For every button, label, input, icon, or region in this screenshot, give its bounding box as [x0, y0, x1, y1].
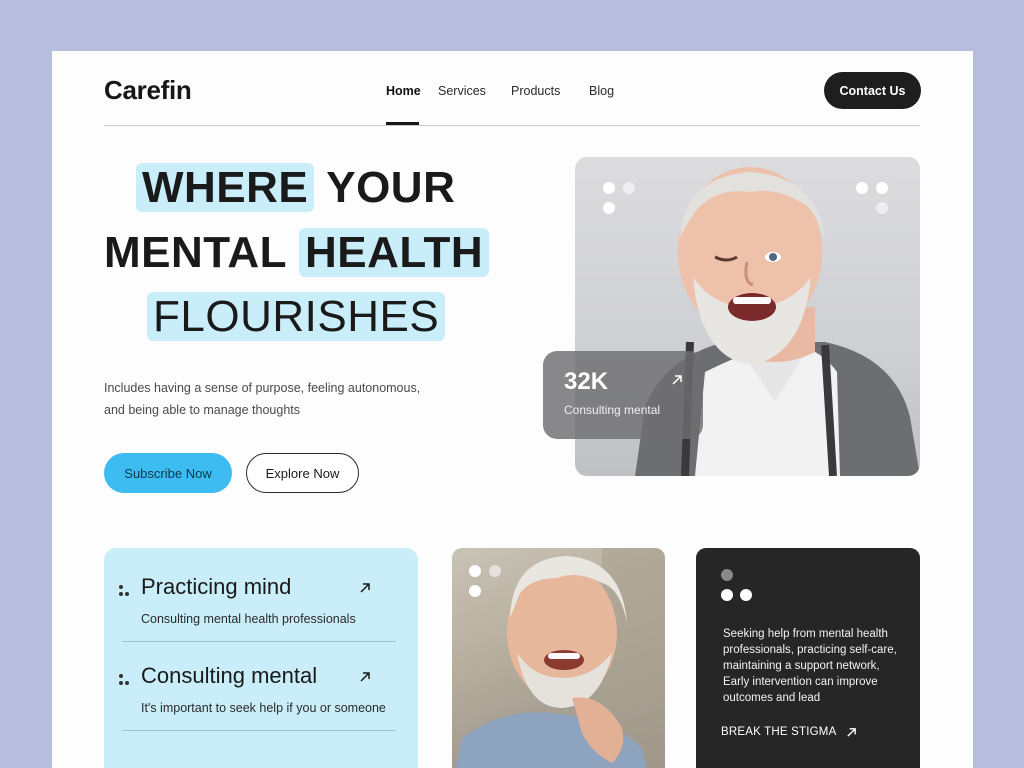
headline-highlight: FLOURISHES [147, 292, 446, 341]
nav-home[interactable]: Home [386, 84, 421, 98]
stat-label: Consulting mental [564, 403, 661, 417]
hero-headline-line-1: WHERE YOUR [136, 163, 455, 213]
hero-headline-line-3: FLOURISHES [147, 292, 446, 342]
arrow-up-right-icon [847, 727, 857, 737]
divider [122, 730, 396, 731]
practice-item-title: Practicing mind [141, 574, 292, 599]
practice-card: Practicing mind Consulting mental health… [104, 548, 418, 768]
hero-description-line: Includes having a sense of purpose, feel… [104, 381, 421, 395]
nav-products[interactable]: Products [511, 84, 560, 98]
break-the-stigma-link[interactable]: BREAK THE STIGMA [721, 726, 857, 738]
subscribe-now-button[interactable]: Subscribe Now [104, 453, 232, 493]
arrow-up-right-icon[interactable] [359, 671, 371, 683]
hero-description-line: and being able to manage thoughts [104, 403, 300, 417]
hero-headline-line-2: MENTAL HEALTH [104, 228, 490, 278]
stigma-description: Seeking help from mental health professi… [723, 628, 897, 704]
arrow-up-right-icon [672, 375, 682, 385]
headline-text: MENTAL [104, 228, 287, 277]
stat-value: 32K [564, 368, 609, 395]
stat-card[interactable]: 32K Consulting mental [543, 351, 703, 439]
logo[interactable]: Carefin [104, 75, 192, 106]
stigma-card: Seeking help from mental health professi… [696, 548, 920, 768]
contact-us-button[interactable]: Contact Us [824, 72, 921, 109]
explore-now-button[interactable]: Explore Now [246, 453, 359, 493]
header-divider [104, 125, 920, 126]
divider [122, 641, 396, 642]
hero-description: Includes having a sense of purpose, feel… [104, 377, 449, 421]
headline-highlight: WHERE [136, 163, 315, 212]
cta-label: BREAK THE STIGMA [721, 726, 837, 738]
arrow-up-right-icon[interactable] [359, 582, 371, 594]
headline-text: YOUR [326, 163, 456, 212]
landing-page: Carefin Home Services Products Blog Cont… [52, 51, 973, 768]
practice-item-subtitle: It's important to seek help if you or so… [141, 701, 386, 715]
photo-smiling-man [452, 548, 665, 768]
nav-services[interactable]: Services [438, 84, 486, 98]
practice-item-title: Consulting mental [141, 663, 318, 688]
nav-blog[interactable]: Blog [589, 84, 614, 98]
headline-highlight: HEALTH [298, 228, 490, 277]
practice-item-subtitle: Consulting mental health professionals [141, 612, 356, 626]
portrait-illustration [456, 548, 665, 768]
